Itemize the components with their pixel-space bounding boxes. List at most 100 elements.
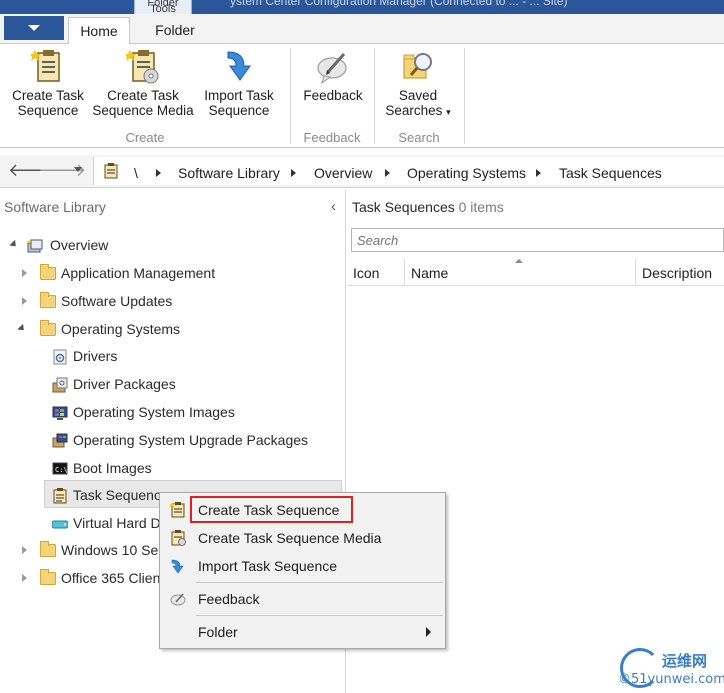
column-divider[interactable] <box>404 259 405 286</box>
breadcrumb: \ Software Library Overview Operating Sy… <box>93 157 724 185</box>
create-task-sequence-button[interactable]: Create Task Sequence <box>8 48 88 118</box>
results-title: Task Sequences 0 items <box>352 199 504 215</box>
column-header-icon[interactable]: Icon <box>353 265 379 281</box>
tab-folder[interactable]: Folder <box>140 17 210 45</box>
search-field[interactable] <box>351 228 724 252</box>
task-sequence-icon <box>104 163 118 182</box>
title-bar: ystem Center Configuration Manager (Conn… <box>0 0 724 14</box>
collapsed-triangle-icon[interactable] <box>22 574 27 582</box>
window-title: ystem Center Configuration Manager (Conn… <box>230 0 568 8</box>
breadcrumb-software-library[interactable]: Software Library <box>178 165 280 181</box>
menu-item-label: Import Task Sequence <box>198 558 338 574</box>
menu-item-label: Create Task Sequence Media <box>198 530 382 546</box>
menu-separator <box>196 615 443 616</box>
menu-item-label: Feedback <box>198 591 260 607</box>
watermark-logo: 运维网 ©51yunwei.com <box>614 646 724 693</box>
task-sequence-media-icon <box>124 48 160 84</box>
collapsed-triangle-icon[interactable] <box>22 546 27 554</box>
breadcrumb-operating-systems[interactable]: Operating Systems <box>407 165 526 181</box>
task-sequence-media-icon <box>170 530 186 546</box>
nav-pane-title: Software Library <box>4 199 106 215</box>
menu-item-folder[interactable]: Folder <box>160 619 445 645</box>
watermark-en-text: ©51yunwei.com <box>618 672 724 687</box>
feedback-label: Feedback <box>303 88 363 103</box>
folder-icon <box>40 320 56 336</box>
watermark-cn-text: 运维网 <box>662 652 708 670</box>
dropdown-caret-icon: ▾ <box>446 107 451 117</box>
create-task-sequence-media-label-1: Create Task <box>107 88 179 103</box>
breadcrumb-separator-icon <box>156 169 161 177</box>
collapse-pane-icon[interactable]: ‹ <box>331 198 336 215</box>
create-task-sequence-media-label-2: Sequence Media <box>92 103 194 118</box>
tree-label: Operating Systems <box>61 321 181 337</box>
drivers-icon <box>52 348 68 365</box>
history-dropdown-icon[interactable] <box>74 167 82 172</box>
import-task-sequence-label-1: Import Task <box>204 88 274 103</box>
column-header-name[interactable]: Name <box>411 265 448 281</box>
import-arrow-icon <box>170 558 186 574</box>
feedback-icon <box>170 591 186 607</box>
folder-icon <box>40 292 56 308</box>
folder-icon <box>40 264 56 280</box>
file-menu-button[interactable] <box>4 16 64 40</box>
chevron-down-icon <box>28 25 40 31</box>
column-header-row: Icon Name Description <box>347 259 724 286</box>
driver-packages-icon <box>52 376 68 393</box>
os-images-icon <box>52 404 68 420</box>
breadcrumb-separator-icon <box>385 169 390 177</box>
folder-icon <box>40 541 56 557</box>
breadcrumb-root[interactable]: \ <box>134 165 138 181</box>
menu-item-label: Folder <box>198 624 238 640</box>
feedback-icon <box>316 48 350 85</box>
folder-icon <box>40 569 56 585</box>
menu-item-feedback[interactable]: Feedback <box>160 586 445 612</box>
create-task-sequence-label-2: Sequence <box>17 103 79 118</box>
saved-searches-button[interactable]: Saved Searches ▾ <box>380 48 456 120</box>
saved-searches-label-2: Searches ▾ <box>385 103 451 118</box>
results-title-text: Task Sequences <box>352 199 455 215</box>
results-count: 0 items <box>458 199 504 215</box>
create-task-sequence-label-1: Create Task <box>12 88 84 103</box>
ribbon: Create Task Sequence Create Task Sequenc… <box>0 44 724 148</box>
import-task-sequence-label-2: Sequence <box>208 103 270 118</box>
saved-searches-label-1: Saved <box>398 88 438 103</box>
tree-label: Application Management <box>61 265 216 281</box>
import-arrow-icon <box>222 48 256 84</box>
tree-label: Boot Images <box>73 460 152 476</box>
task-sequence-icon <box>29 48 65 84</box>
column-divider[interactable] <box>635 259 636 286</box>
saved-searches-icon <box>401 48 435 84</box>
import-task-sequence-button[interactable]: Import Task Sequence <box>198 48 280 118</box>
context-tab-folder-tools: Folder Tools <box>134 0 192 14</box>
tree-label: Drivers <box>73 348 118 364</box>
feedback-button[interactable]: Feedback <box>296 48 370 103</box>
task-sequence-icon <box>169 502 186 518</box>
tree-label: Operating System Images <box>73 404 235 420</box>
highlight-box <box>190 496 353 523</box>
group-divider <box>464 48 465 144</box>
group-label-feedback: Feedback <box>303 130 361 145</box>
os-upgrade-icon <box>52 432 68 448</box>
tree-label: Software Updates <box>61 293 173 309</box>
menu-item-import-task-sequence[interactable]: Import Task Sequence <box>160 553 445 579</box>
breadcrumb-separator-icon <box>536 169 541 177</box>
breadcrumb-overview[interactable]: Overview <box>314 165 372 181</box>
sort-ascending-icon <box>515 259 523 263</box>
breadcrumb-separator-icon <box>291 169 296 177</box>
tree-label: Overview <box>50 237 109 253</box>
tab-home[interactable]: Home <box>68 17 130 45</box>
tree-label: Driver Packages <box>73 376 176 392</box>
task-sequence-icon <box>52 487 68 504</box>
group-label-create: Create <box>125 130 165 145</box>
boot-images-icon: C:\ <box>52 460 68 476</box>
menu-separator <box>196 582 443 583</box>
column-header-description[interactable]: Description <box>642 265 712 281</box>
collapsed-triangle-icon[interactable] <box>22 297 27 305</box>
search-input[interactable] <box>352 229 723 251</box>
breadcrumb-task-sequences[interactable]: Task Sequences <box>559 165 662 181</box>
tree-label: Operating System Upgrade Packages <box>73 432 309 448</box>
create-task-sequence-media-button[interactable]: Create Task Sequence Media <box>90 48 196 118</box>
vhd-icon <box>51 515 69 531</box>
collapsed-triangle-icon[interactable] <box>22 269 27 277</box>
menu-item-create-task-sequence-media[interactable]: Create Task Sequence Media <box>160 525 445 551</box>
